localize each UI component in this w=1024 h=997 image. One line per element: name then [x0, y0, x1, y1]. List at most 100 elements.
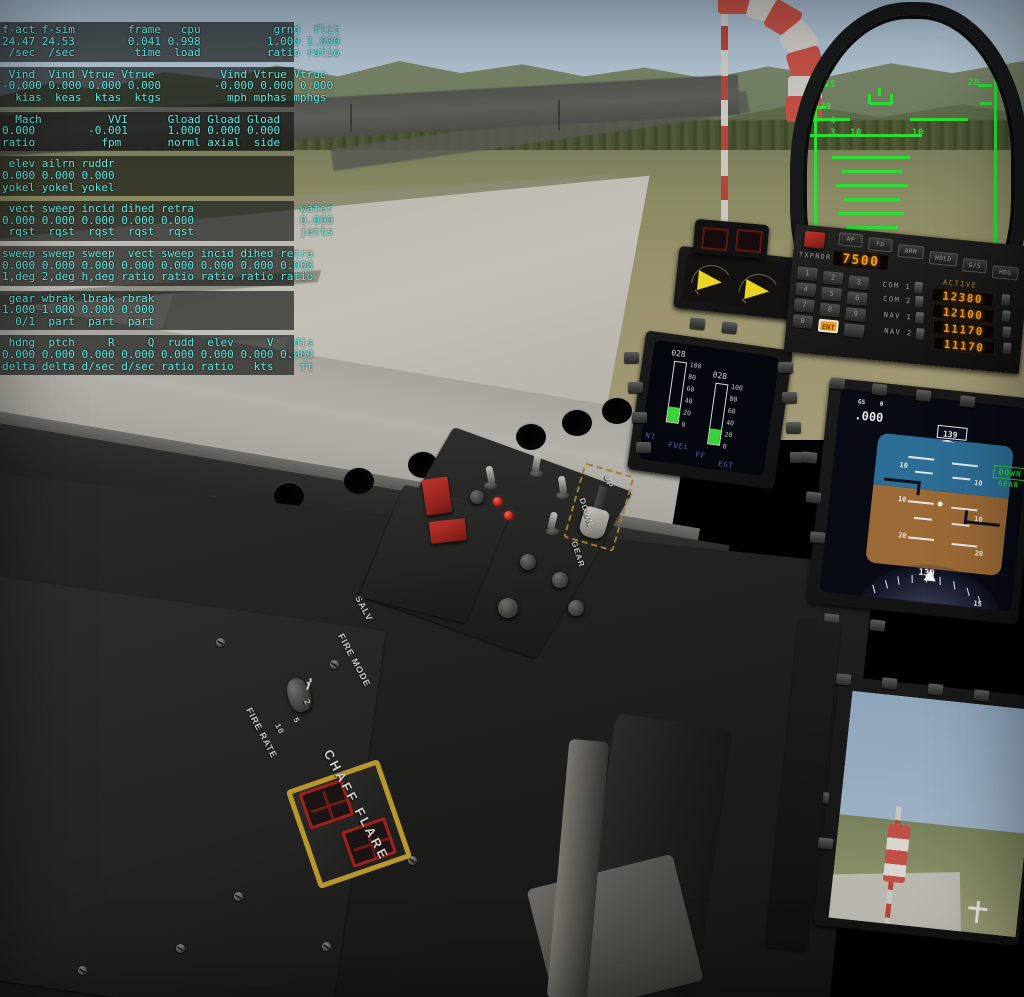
- keypad-2[interactable]: 2: [822, 270, 844, 286]
- dataref-row: rqst rqst rqst rqst rqst jetts: [2, 225, 334, 239]
- aux-display-button[interactable]: [689, 317, 706, 330]
- com2-label: COM 2: [882, 294, 913, 306]
- com1-swap-switch[interactable]: [913, 281, 923, 294]
- pfd-button[interactable]: [829, 377, 846, 390]
- eicas-button[interactable]: [778, 362, 793, 373]
- dataref-block-wing-sweep-actual: sweep sweep sweep vect sweep incid dihed…: [0, 245, 313, 286]
- camera-mfd-button[interactable]: [835, 673, 852, 686]
- dataref-block-gear-brakes: gear wbrak lbrak rbrak 1.000 1.000 0.000 …: [0, 290, 294, 331]
- rotary-selector[interactable]: [520, 554, 536, 570]
- eicas-button[interactable]: [624, 352, 639, 363]
- keypad-0[interactable]: 0: [792, 314, 814, 330]
- camera-mfd-button[interactable]: [881, 677, 898, 690]
- runway-marker: [318, 172, 327, 192]
- panel-screw: [216, 638, 225, 647]
- eicas-gauge-2-value: 028: [712, 370, 728, 382]
- dataref-row: 0/1 part part part: [2, 314, 155, 328]
- aux-display-button[interactable]: [721, 321, 738, 334]
- pfd-button[interactable]: [809, 531, 826, 544]
- simulator-viewport: 10 10 35 45 30 4 3 20 FIRE RATE 1 2 5 10…: [0, 0, 1024, 997]
- rotary-selector[interactable]: [470, 490, 484, 504]
- pfd-button[interactable]: [871, 383, 888, 396]
- eicas-tick: 20: [682, 408, 692, 418]
- rotary-selector[interactable]: [498, 598, 518, 618]
- eicas-gauge-2-fill: [708, 428, 722, 445]
- com1-label: COM 1: [882, 280, 912, 292]
- autopilot-ap-button[interactable]: AP: [838, 232, 864, 248]
- autopilot-hold-button[interactable]: HOLD: [928, 250, 958, 267]
- pfd-button[interactable]: [805, 491, 822, 504]
- eicas-tick: 80: [728, 394, 738, 404]
- eicas-footer-egt: EGT: [717, 459, 735, 470]
- eicas-button[interactable]: [786, 422, 801, 433]
- dataref-output-overlay: f-act f-sim frame cpu grnd flit 24.47 24.…: [0, 22, 340, 380]
- red-segment-right: [735, 228, 763, 254]
- eicas-gauge-1-value: 028: [670, 348, 687, 360]
- autopilot-arm-button[interactable]: ARM: [897, 243, 925, 260]
- autopilot-fd-button[interactable]: FD: [867, 237, 893, 253]
- nav2-label: NAV 2: [883, 326, 913, 338]
- dataref-row: 0.000 -0.001 1.000 0.000 0.000: [2, 124, 281, 138]
- runway-marker: [388, 190, 397, 210]
- autopilot-hdg-button[interactable]: HDG: [991, 265, 1019, 281]
- keypad-4[interactable]: 4: [795, 282, 817, 298]
- jettison-guard[interactable]: [428, 518, 468, 544]
- camera-mfd-button[interactable]: [973, 689, 990, 702]
- dataref-row: yokel yokel yokel: [2, 180, 115, 194]
- keypad-5[interactable]: 5: [820, 286, 843, 302]
- eicas-footer-ff: FF: [694, 450, 707, 460]
- rotary-selector[interactable]: [552, 572, 568, 588]
- dataref-row: 0.000 0.000 0.000 0.000 0.000 0.000 0.00…: [2, 348, 314, 362]
- camera-mfd-button[interactable]: [927, 683, 944, 696]
- eicas-button[interactable]: [628, 382, 643, 393]
- rotary-selector[interactable]: [568, 600, 584, 616]
- keypad-enter[interactable]: ENT: [817, 318, 839, 334]
- dataref-row: f-act f-sim frame cpu grnd flit: [2, 23, 340, 36]
- panel-screw: [176, 944, 185, 953]
- keypad-1[interactable]: 1: [796, 266, 818, 282]
- nav2-swap-switch[interactable]: [915, 328, 925, 340]
- keypad-6[interactable]: 6: [846, 291, 868, 307]
- eicas-button[interactable]: [636, 442, 651, 453]
- dataref-row: 0.000 0.000 0.000: [2, 168, 115, 182]
- eicas-tick: 100: [730, 382, 744, 393]
- camera-mfd-button[interactable]: [817, 837, 834, 850]
- radio-side-switch[interactable]: [1001, 294, 1011, 306]
- dataref-row: /sec /sec time load ratio ratio: [2, 46, 340, 60]
- pfd-button[interactable]: [801, 451, 818, 464]
- pfd-button[interactable]: [915, 389, 932, 402]
- master-arm-guard[interactable]: [421, 476, 453, 516]
- radio-side-switch[interactable]: [1001, 310, 1011, 322]
- panel-screw: [234, 892, 243, 901]
- keypad-clear[interactable]: [843, 323, 865, 338]
- eicas-tick: 20: [723, 430, 733, 440]
- eicas-tick: 0: [722, 442, 728, 451]
- lamp-post: [558, 100, 560, 130]
- eicas-gauge-1-fill: [666, 406, 680, 423]
- dataref-block-speeds: Vind Vind Vtrue Vtrue Vind Vtrue Vtrue -0…: [0, 66, 333, 107]
- keypad-7[interactable]: 7: [793, 298, 815, 314]
- pfd-gs-value: 0: [879, 400, 884, 409]
- keypad-3[interactable]: 3: [848, 275, 870, 291]
- eicas-button[interactable]: [632, 412, 647, 423]
- ident-emergency-button[interactable]: [803, 230, 826, 249]
- dataref-row: delta delta d/sec d/sec ratio ratio kts …: [2, 359, 314, 373]
- eicas-tick: 80: [687, 372, 697, 382]
- com2-swap-switch[interactable]: [914, 295, 924, 308]
- pfd-button[interactable]: [869, 619, 886, 632]
- camera-mfd-screen: [828, 690, 1024, 938]
- pfd-heading-value: 139: [942, 429, 958, 440]
- keypad-8[interactable]: 8: [819, 302, 841, 318]
- radio-stack-panel: TXPNDR 7500 AP FD ARM HOLD G/S HDG 1 2 3…: [783, 224, 1024, 375]
- keypad-9[interactable]: 9: [845, 307, 867, 323]
- dataref-block-mach-vvi-gload: Mach VVI Gload Gload Gload 0.000 -0.001 1…: [0, 111, 294, 152]
- radio-side-switch[interactable]: [1002, 342, 1012, 355]
- radio-side-switch[interactable]: [1002, 326, 1012, 339]
- autopilot-gs-button[interactable]: G/S: [962, 258, 988, 274]
- eicas-button[interactable]: [782, 392, 797, 403]
- nav1-swap-switch[interactable]: [915, 311, 925, 324]
- panel-screw: [78, 966, 87, 975]
- vent-hole: [344, 468, 374, 494]
- eicas-tick: 0: [680, 420, 686, 429]
- pfd-button[interactable]: [959, 395, 976, 408]
